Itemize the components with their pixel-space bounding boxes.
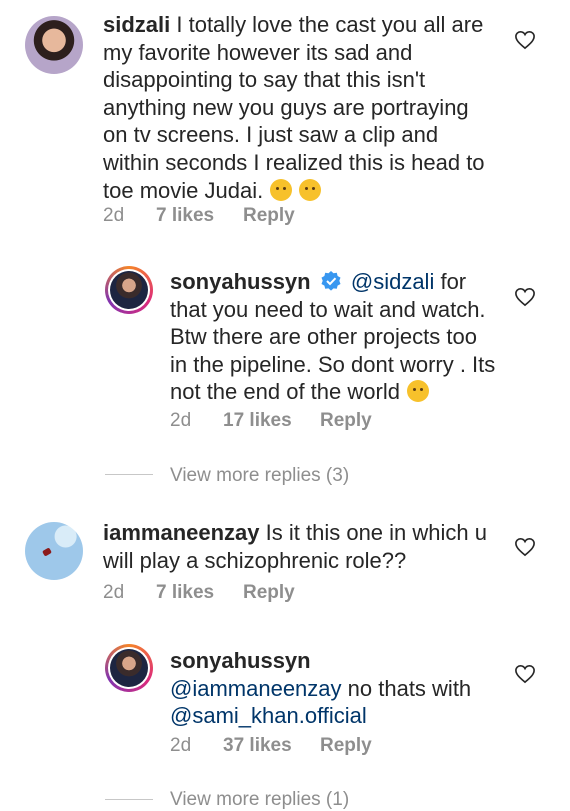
avatar[interactable] — [105, 266, 153, 314]
reply-text: no thats with — [347, 675, 472, 701]
heart-icon[interactable] — [514, 287, 536, 307]
timestamp: 2d — [170, 735, 192, 756]
eye-roll-emoji-icon — [299, 178, 322, 201]
comment-username[interactable]: sidzali — [103, 12, 170, 37]
reply-button[interactable]: Reply — [243, 582, 295, 604]
divider — [105, 474, 153, 475]
heart-icon[interactable] — [514, 537, 536, 557]
reply-body: sonyahussyn @sidzali for that you need t… — [170, 268, 500, 406]
reply-button[interactable]: Reply — [243, 205, 295, 227]
smirk-emoji-icon — [270, 178, 293, 201]
reply-button[interactable]: Reply — [320, 410, 372, 432]
likes-count[interactable]: 7 likes — [156, 582, 214, 604]
comment-text: I totally love the cast you all are my f… — [103, 12, 485, 203]
likes-count[interactable]: 7 likes — [156, 205, 214, 227]
hugging-emoji-icon — [407, 380, 430, 403]
timestamp: 2d — [170, 410, 192, 431]
reply-username[interactable]: sonyahussyn — [170, 269, 311, 294]
heart-icon[interactable] — [514, 30, 536, 50]
timestamp: 2d — [103, 582, 125, 603]
avatar[interactable] — [25, 16, 83, 74]
verified-badge-icon — [321, 271, 341, 291]
timestamp: 2d — [103, 205, 125, 226]
view-more-replies-button[interactable]: View more replies (3) — [170, 465, 349, 487]
reply-username[interactable]: sonyahussyn — [170, 648, 311, 673]
likes-count[interactable]: 37 likes — [223, 735, 292, 757]
likes-count[interactable]: 17 likes — [223, 410, 292, 432]
avatar[interactable] — [105, 644, 153, 692]
reply-body: sonyahussyn @iammaneenzay no thats with … — [170, 647, 490, 730]
mention-link[interactable]: @sami_khan.official — [170, 703, 367, 728]
comment-body: iammaneenzay Is it this one in which u w… — [103, 519, 498, 574]
avatar[interactable] — [25, 522, 83, 580]
mention-link[interactable]: @sidzali — [351, 269, 434, 294]
comment-body: sidzali I totally love the cast you all … — [103, 11, 488, 204]
view-more-replies-button[interactable]: View more replies (1) — [170, 789, 349, 811]
mention-link[interactable]: @iammaneenzay — [170, 676, 342, 701]
comment-username[interactable]: iammaneenzay — [103, 520, 260, 545]
reply-button[interactable]: Reply — [320, 735, 372, 757]
heart-icon[interactable] — [514, 664, 536, 684]
